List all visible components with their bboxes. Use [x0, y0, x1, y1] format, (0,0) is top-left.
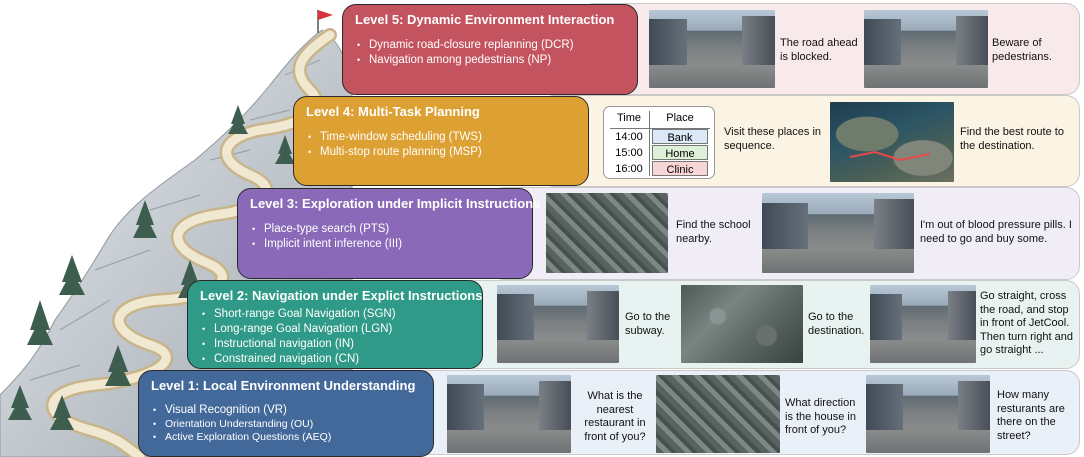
- level1-image-restaurant-street: [447, 375, 571, 453]
- level4-item: Time-window scheduling (TWS): [306, 130, 578, 145]
- level4-card: Level 4: Multi-Task Planning Time-window…: [293, 96, 589, 186]
- level4-image-route-map: [830, 102, 954, 182]
- level1-image-restaurants-street: [866, 375, 990, 453]
- route-icon: [849, 150, 931, 162]
- schedule-time: 15:00: [615, 147, 643, 159]
- level5-card: Level 5: Dynamic Environment Interaction…: [342, 4, 638, 95]
- level3-card: Level 3: Exploration under Implicit Inst…: [237, 188, 541, 279]
- level5-caption-1: The road ahead is blocked.: [780, 37, 858, 63]
- level3-caption-1: Find the school nearby.: [676, 219, 751, 245]
- level3-item: Place-type search (PTS): [250, 222, 522, 237]
- level4-item: Multi-stop route planning (MSP): [306, 145, 578, 160]
- level4-title: Level 4: Multi-Task Planning: [306, 104, 480, 119]
- schedule-place-clinic: Clinic: [652, 161, 708, 176]
- schedule-header-place: Place: [666, 112, 694, 124]
- level3-image-aerial-city: [546, 193, 668, 273]
- schedule-time: 16:00: [615, 163, 643, 175]
- level1-item: Active Exploration Questions (AEQ): [151, 431, 423, 444]
- level1-caption-1: What is the nearest restaurant in front …: [584, 390, 646, 443]
- level1-items: Visual Recognition (VR) Orientation Unde…: [151, 403, 423, 444]
- level5-item: Navigation among pedestrians (NP): [355, 53, 627, 68]
- schedule-time: 14:00: [615, 131, 643, 143]
- level5-items: Dynamic road-closure replanning (DCR) Na…: [355, 38, 627, 68]
- level2-item: Instructional navigation (IN): [200, 337, 472, 352]
- level1-image-house-aerial: [656, 375, 780, 453]
- level1-title: Level 1: Local Environment Understanding: [151, 378, 416, 393]
- level5-item: Dynamic road-closure replanning (DCR): [355, 38, 627, 53]
- level3-title: Level 3: Exploration under Implicit Inst…: [250, 196, 541, 211]
- level2-card: Level 2: Navigation under Explict Instru…: [187, 280, 483, 369]
- level3-item: Implicit intent inference (III): [250, 237, 522, 252]
- level2-items: Short-range Goal Navigation (SGN) Long-r…: [200, 307, 472, 367]
- level5-caption-2: Beware of pedestrians.: [992, 37, 1052, 63]
- level2-caption-2: Go to the destination.: [808, 311, 865, 337]
- level2-title: Level 2: Navigation under Explict Instru…: [200, 288, 483, 303]
- tree-icon: [27, 300, 53, 345]
- level2-caption-1: Go to the subway.: [625, 311, 671, 337]
- level2-item: Short-range Goal Navigation (SGN): [200, 307, 472, 322]
- level3-image-street: [762, 193, 914, 273]
- level1-caption-2: What direction is the house in front of …: [785, 397, 856, 436]
- level1-caption-3: How many resturants are there on the str…: [997, 389, 1065, 442]
- level1-item: Visual Recognition (VR): [151, 403, 423, 418]
- level3-items: Place-type search (PTS) Implicit intent …: [250, 222, 522, 252]
- schedule-place-home: Home: [652, 145, 708, 160]
- level2-image-jetcool-street: [870, 285, 976, 363]
- level4-items: Time-window scheduling (TWS) Multi-stop …: [306, 130, 578, 160]
- level1-card: Level 1: Local Environment Understanding…: [138, 370, 434, 457]
- level4-caption-1: Visit these places in sequence.: [724, 126, 822, 152]
- level4-caption-2: Find the best route to the destination.: [960, 126, 1064, 152]
- schedule-place-bank: Bank: [652, 129, 708, 144]
- level2-image-subway-street: [497, 285, 619, 363]
- tree-icon: [59, 255, 85, 295]
- level5-image-roadblock: [649, 10, 775, 88]
- level2-item: Long-range Goal Navigation (LGN): [200, 322, 472, 337]
- schedule-table: Time Place 14:00 Bank 15:00 Home 16:00 C…: [603, 106, 715, 179]
- level2-caption-3: Go straight, cross the road, and stop in…: [980, 290, 1073, 356]
- schedule-header-time: Time: [616, 112, 642, 124]
- level2-image-aerial: [681, 285, 803, 363]
- level1-item: Orientation Understanding (OU): [151, 418, 423, 431]
- level5-title: Level 5: Dynamic Environment Interaction: [355, 12, 615, 27]
- level5-image-pedestrians: [864, 10, 988, 88]
- level2-item: Constrained navigation (CN): [200, 352, 472, 367]
- level3-caption-2: I'm out of blood pressure pills. I need …: [920, 219, 1072, 245]
